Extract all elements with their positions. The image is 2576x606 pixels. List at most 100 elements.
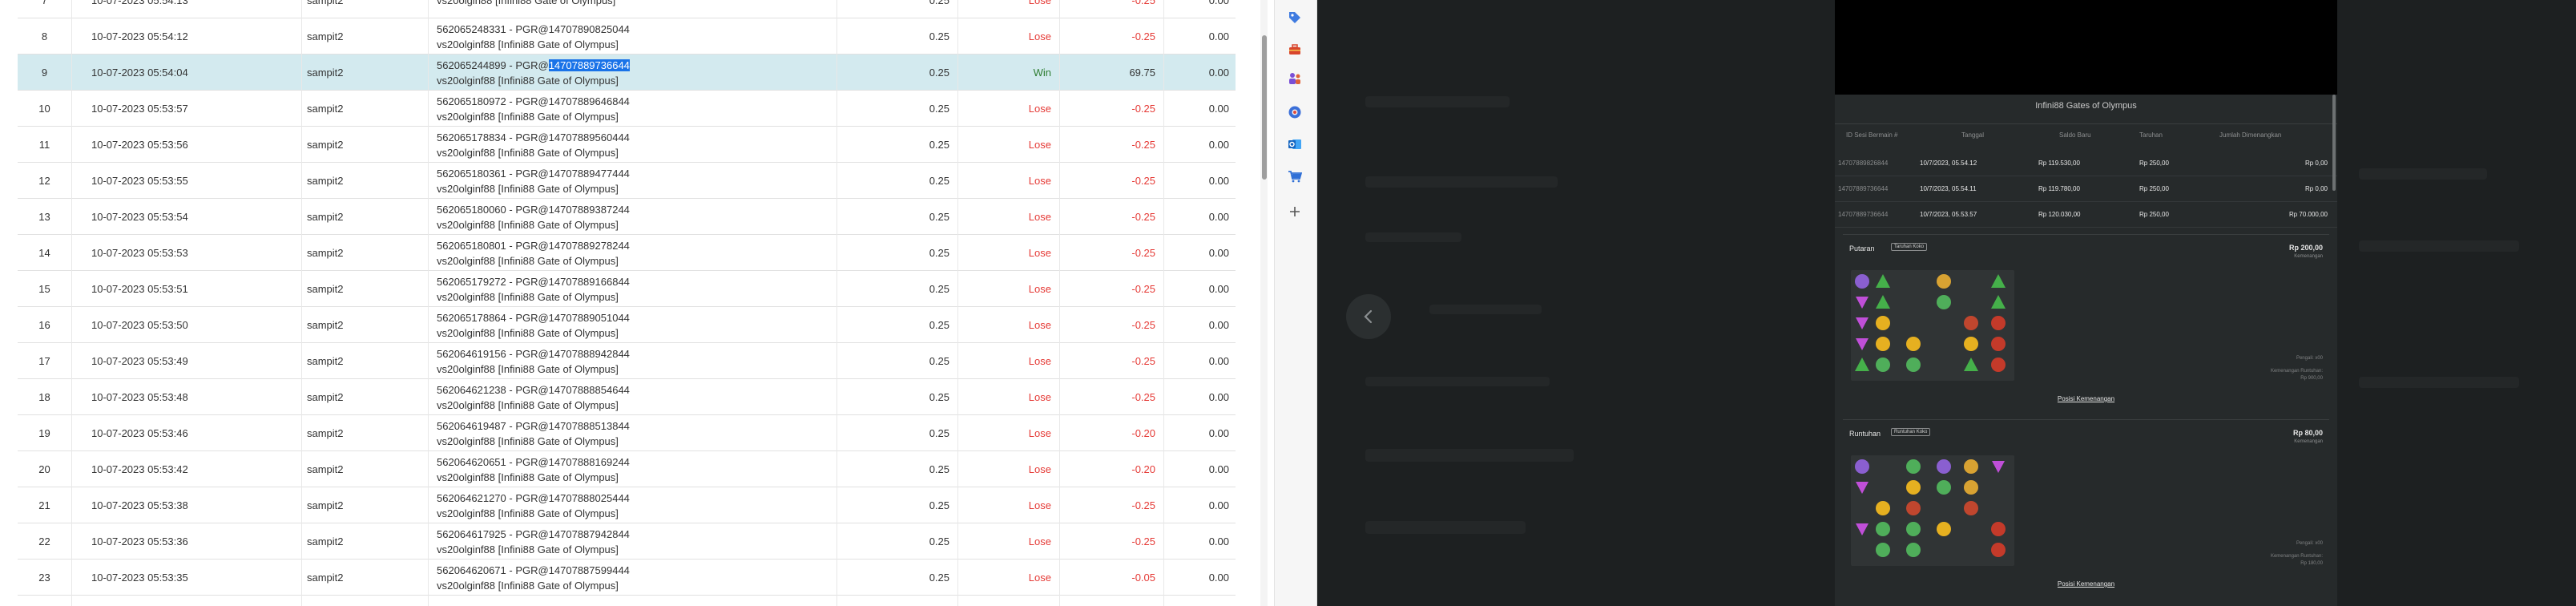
row-game-detail: vs20olgin88 [Infini88 Gate of Olympus] (429, 0, 837, 18)
modal-title: Infini88 Gates of Olympus (2035, 101, 2137, 111)
header-won: Jumlah Dimenangkan (2219, 131, 2282, 139)
row-number: 17 (18, 343, 72, 379)
table-row[interactable]: 16 10-07-2023 05:53:50 sampit2 562065178864… (18, 307, 1236, 343)
game-name-line: vs20olginf88 [Infini88 Gate of Olympus] (437, 38, 619, 50)
header-date: Tanggal (1961, 131, 1985, 139)
transaction-id-line: 562065179272 - PGR@14707889166844 (437, 275, 630, 288)
table-row[interactable]: 17 10-07-2023 05:53:49 sampit2 562064619156… (18, 343, 1236, 379)
table-row[interactable]: 19 10-07-2023 05:53:46 sampit2 562064619487… (18, 415, 1236, 451)
row-bet: 0.25 (837, 451, 958, 487)
outlook-icon[interactable] (1285, 135, 1304, 154)
row-username: sampit2 (302, 163, 429, 199)
plus-icon[interactable] (1285, 202, 1304, 221)
row-amount: -0.20 (1060, 451, 1164, 487)
row-game-detail: 562064621238 - PGR@14707888854644 vs20olg… (429, 379, 837, 415)
row-bet: 0.25 (837, 560, 958, 596)
row-number: 15 (18, 271, 72, 307)
history-record[interactable]: 14707889826844 10/7/2023, 05.54.12 Rp 11… (1835, 151, 2337, 176)
transaction-id-line: 562064617925 - PGR@14707887942844 (437, 527, 630, 540)
row-bet: 0.25 (837, 235, 958, 271)
multiplier-text: Pengali: x00 (2296, 356, 2323, 361)
table-row[interactable]: 10 10-07-2023 05:53:57 sampit2 562065180972… (18, 91, 1236, 127)
row-bet: 0.25 (837, 271, 958, 307)
table-row[interactable]: 12 10-07-2023 05:53:55 sampit2 562065180361… (18, 163, 1236, 199)
table-row[interactable]: 11 10-07-2023 05:53:56 sampit2 562065178834… (18, 127, 1236, 163)
reel-grid (1851, 270, 2014, 381)
cart-icon[interactable] (1285, 167, 1304, 186)
row-result: Lose (958, 163, 1060, 199)
row-balance: 0.00 (1208, 572, 1229, 584)
row-balance: 0.00 (1208, 463, 1229, 475)
row-amount: -0.25 (1060, 18, 1164, 55)
row-game-detail: 562064619487 - PGR@14707888513844 vs20olg… (429, 415, 837, 451)
game-name-line: vs20olginf88 [Infini88 Gate of Olympus] (437, 471, 619, 483)
row-result: Lose (958, 379, 1060, 415)
row-balance: 0.00 (1208, 391, 1229, 403)
table-row[interactable]: 18 10-07-2023 05:53:48 sampit2 562064621238… (18, 379, 1236, 415)
row-result: Lose (958, 271, 1060, 307)
toolbox-icon[interactable] (1285, 40, 1304, 59)
row-bet: 0.25 (837, 523, 958, 560)
table-row[interactable]: 8 10-07-2023 05:54:12 sampit2 562065248331 … (18, 18, 1236, 55)
row-username: sampit2 (302, 343, 429, 379)
row-bet: 0.25 (837, 91, 958, 127)
table-row[interactable]: 14 10-07-2023 05:53:53 sampit2 562065180801… (18, 235, 1236, 271)
game-name-line: vs20olginf88 [Infini88 Gate of Olympus] (437, 182, 619, 195)
reel-grid (1851, 455, 2014, 566)
row-result: Lose (958, 415, 1060, 451)
table-row[interactable]: 22 10-07-2023 05:53:36 sampit2 562064617925… (18, 523, 1236, 560)
record-win: Rp 0,00 (2304, 185, 2328, 192)
table-row[interactable]: 23 10-07-2023 05:53:35 sampit2 562064620671… (18, 560, 1236, 596)
table-row[interactable]: 13 10-07-2023 05:53:54 sampit2 562065180060… (18, 199, 1236, 235)
back-button[interactable] (1346, 294, 1391, 339)
row-game-detail: 562065178864 - PGR@14707889051044 vs20olg… (429, 307, 837, 343)
table-scroll-thumb[interactable] (1262, 35, 1267, 180)
tag-icon[interactable] (1285, 8, 1304, 27)
row-result: Lose (958, 18, 1060, 55)
table-row[interactable]: 9 10-07-2023 05:54:04 sampit2 562065244899 … (18, 55, 1236, 91)
row-amount: -0.25 (1060, 523, 1164, 560)
transaction-id-line: 562065180060 - PGR@14707889387244 (437, 203, 630, 216)
row-result: Lose (958, 343, 1060, 379)
row-number: 10 (18, 91, 72, 127)
blurred-background-content (1365, 377, 1550, 386)
row-date: 10-07-2023 05:53:57 (72, 91, 302, 127)
row-game-detail: 562065180972 - PGR@14707889646844 vs20olg… (429, 91, 837, 127)
table-row[interactable]: 21 10-07-2023 05:53:38 sampit2 562064621270… (18, 487, 1236, 523)
row-balance: 0.00 (1208, 0, 1229, 6)
history-record[interactable]: 14707889736644 10/7/2023, 05.53.57 Rp 12… (1835, 202, 2337, 228)
blurred-background-content (1429, 305, 1542, 314)
winning-positions-link[interactable]: Posisi Kemenangan (1843, 395, 2329, 402)
table-row[interactable]: 562064620504 - PGR@14707887271644 (18, 596, 1236, 606)
row-date: 10-07-2023 05:54:12 (72, 18, 302, 55)
chevron-left-icon (1364, 309, 1373, 324)
row-amount: -0.25 (1060, 0, 1164, 18)
game-history-modal: Infini88 Gates of Olympus ID Sesi Bermai… (1835, 0, 2337, 606)
table-row[interactable]: 20 10-07-2023 05:53:42 sampit2 562064620651… (18, 451, 1236, 487)
table-row[interactable]: 7 10-07-2023 05:54:13 sampit2 vs20olgin88 [… (18, 0, 1236, 18)
row-result: Lose (958, 307, 1060, 343)
game-name-line: vs20olginf88 [Infini88 Gate of Olympus] (437, 579, 619, 592)
modal-scrollbar[interactable] (2332, 95, 2336, 191)
spin-panel: Runtuhan Runtuhan Koko Rp 80,00 Kemenang… (1843, 419, 2329, 596)
history-record[interactable]: 14707889736644 10/7/2023, 05.54.11 Rp 11… (1835, 176, 2337, 202)
game-name-line: vs20olginf88 [Infini88 Gate of Olympus] (437, 398, 619, 411)
table-scrollbar[interactable] (1260, 0, 1268, 606)
row-game-detail: 562064617925 - PGR@14707887942844 vs20olg… (429, 523, 837, 560)
globe-icon[interactable] (1285, 103, 1304, 122)
row-date: 10-07-2023 05:53:54 (72, 199, 302, 235)
row-date: 10-07-2023 05:53:56 (72, 127, 302, 163)
row-result: Lose (958, 199, 1060, 235)
game-name-line: vs20olginf88 [Infini88 Gate of Olympus] (437, 218, 619, 231)
transaction-id-line: 562065180972 - PGR@14707889646844 (437, 95, 630, 107)
people-icon[interactable] (1285, 69, 1304, 88)
cascade-win-value: Rp 180,00 (2300, 561, 2323, 566)
record-balance: Rp 119.530,00 (2038, 160, 2080, 167)
table-row[interactable]: 15 10-07-2023 05:53:51 sampit2 562065179272… (18, 271, 1236, 307)
row-date: 10-07-2023 05:53:49 (72, 343, 302, 379)
row-number: 12 (18, 163, 72, 199)
transaction-id-line: 562065180801 - PGR@14707889278244 (437, 239, 630, 252)
row-username: sampit2 (302, 127, 429, 163)
winning-positions-link[interactable]: Posisi Kemenangan (1843, 580, 2329, 588)
spin-panel: Putaran Taruhan Koko Rp 200,00 Kemenanga… (1843, 234, 2329, 410)
